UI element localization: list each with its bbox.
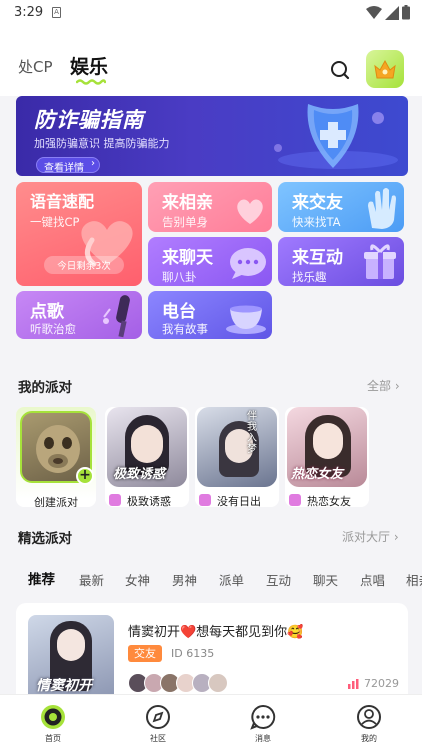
- microphone-icon: [103, 295, 130, 338]
- crown-icon: [374, 59, 396, 79]
- tile-song-request[interactable]: 点歌 听歌治愈: [16, 291, 142, 339]
- room-tag-icon: [289, 494, 301, 506]
- create-party-label: 创建派对: [34, 496, 78, 507]
- category-tab-chat[interactable]: 聊天: [313, 570, 338, 589]
- room-card[interactable]: 情窦初开 情窦初开❤️想每天都见到你🥰 交友 ID 6135 72029: [16, 603, 408, 703]
- tile-chat[interactable]: 来聊天 聊八卦: [148, 237, 272, 286]
- gift-box-icon: [364, 244, 396, 279]
- room-cover-image: 情窦初开: [28, 615, 114, 703]
- banner-title: 防诈骗指南: [34, 108, 144, 132]
- tile-voice-match[interactable]: 语音速配 一键找CP 今日剩余3次: [16, 182, 142, 286]
- party-card[interactable]: 极致诱惑 极致诱惑: [105, 407, 189, 507]
- notification-icon: A: [52, 7, 61, 18]
- category-tab-dispatch[interactable]: 派单: [219, 570, 244, 589]
- category-tab-interact[interactable]: 互动: [266, 570, 291, 589]
- tile-blind-date[interactable]: 来相亲 告别单身: [148, 182, 272, 232]
- active-tab-indicator: [76, 79, 106, 85]
- compass-icon: [146, 705, 170, 729]
- nav-home[interactable]: 首页: [23, 695, 83, 750]
- tile-radio[interactable]: 电台 我有故事: [148, 291, 272, 339]
- tab-cp[interactable]: 处CP: [18, 56, 53, 77]
- chevron-right-icon: ›: [391, 379, 400, 393]
- category-tab-latest[interactable]: 最新: [79, 570, 104, 589]
- status-time: 3:29: [14, 5, 44, 20]
- member-avatars: [128, 673, 232, 695]
- nav-messages[interactable]: 消息: [233, 695, 293, 750]
- rank-crown-button[interactable]: [366, 50, 404, 88]
- room-heat-count: 72029: [364, 677, 399, 690]
- category-tab-recommend[interactable]: 推荐: [28, 568, 55, 588]
- battery-icon: [402, 5, 410, 20]
- room-tag: 交友: [128, 645, 162, 662]
- plus-icon: +: [79, 467, 91, 483]
- banner-subtitle: 加强防骗意识 提高防骗能力: [34, 137, 170, 150]
- banner-detail-button[interactable]: 查看详情 ›: [36, 157, 100, 174]
- my-party-title: 我的派对: [18, 380, 72, 396]
- party-card[interactable]: 伴我入梦 没有日出: [195, 407, 279, 507]
- home-icon: [41, 705, 65, 729]
- category-tab-goddess[interactable]: 女神: [125, 570, 150, 589]
- tab-entertainment[interactable]: 娱乐: [70, 52, 108, 79]
- party-cover-image: 极致诱惑: [107, 407, 187, 487]
- tile-interact[interactable]: 来互动 找乐趣: [278, 237, 404, 286]
- room-title: 情窦初开❤️想每天都见到你🥰: [128, 625, 304, 640]
- chat-bubble-icon: [230, 248, 266, 279]
- party-name: 极致诱惑: [127, 495, 171, 507]
- party-cover-image: 热恋女友: [287, 407, 367, 487]
- wifi-icon: [366, 6, 382, 19]
- room-id: ID 6135: [171, 647, 215, 660]
- profile-icon: [357, 705, 381, 729]
- category-tab-god[interactable]: 男神: [172, 570, 197, 589]
- category-tab-sing[interactable]: 点唱: [360, 570, 385, 589]
- tile-make-friends[interactable]: 来交友 快来找TA: [278, 182, 404, 232]
- anti-fraud-banner[interactable]: 防诈骗指南 加强防骗意识 提高防骗能力 查看详情 ›: [16, 96, 408, 176]
- create-party-card[interactable]: + 创建派对: [16, 407, 96, 507]
- top-header: 处CP 娱乐: [0, 26, 422, 96]
- chevron-right-icon: ›: [91, 158, 95, 169]
- nav-community[interactable]: 社区: [128, 695, 188, 750]
- signal-icon: [385, 6, 399, 20]
- status-bar: 3:29 A: [0, 0, 422, 26]
- nav-profile[interactable]: 我的: [339, 695, 399, 750]
- featured-party-title: 精选派对: [18, 531, 72, 547]
- remaining-count-badge: 今日剩余3次: [44, 256, 124, 274]
- bottom-nav: 首页 社区 消息 我的: [0, 694, 422, 750]
- room-tag-icon: [109, 494, 121, 506]
- party-card[interactable]: 热恋女友 热恋女友: [285, 407, 369, 507]
- room-tag-icon: [199, 494, 211, 506]
- party-name: 热恋女友: [307, 495, 351, 507]
- party-name: 没有日出: [217, 495, 261, 507]
- wave-hand-icon: [368, 188, 396, 229]
- shield-icon: [274, 104, 398, 169]
- add-party-button[interactable]: +: [76, 467, 94, 485]
- coffee-cup-icon: [226, 305, 266, 334]
- party-hall-link[interactable]: 派对大厅 ›: [342, 528, 399, 545]
- heart-gesture-icon: [237, 199, 263, 224]
- avatar: [208, 673, 228, 693]
- search-icon[interactable]: [330, 60, 350, 80]
- chevron-right-icon: ›: [390, 530, 399, 544]
- party-cover-image: 伴我入梦: [197, 407, 277, 487]
- category-tab-dating[interactable]: 相亲: [406, 570, 422, 589]
- my-party-all-link[interactable]: 全部 ›: [367, 377, 400, 394]
- heat-bars-icon: [348, 679, 359, 689]
- message-icon: [250, 704, 276, 730]
